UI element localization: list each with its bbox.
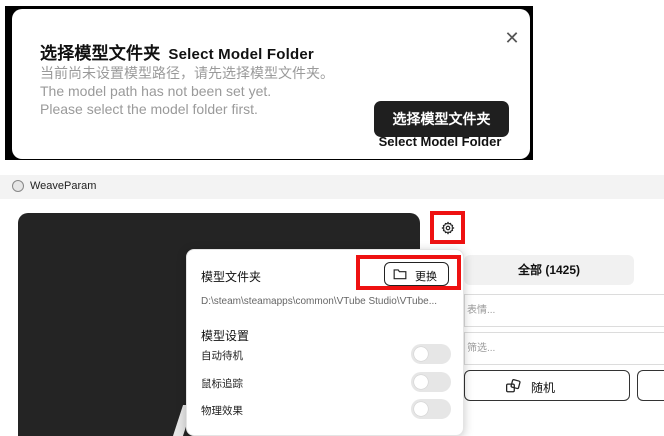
window-titlebar: WeaveParam [0, 175, 664, 199]
model-folder-label: 模型文件夹 [201, 270, 262, 284]
close-icon[interactable]: ✕ [504, 29, 520, 47]
dialog-desc-line: The model path has not been set yet. [40, 83, 272, 99]
settings-button[interactable] [430, 211, 465, 244]
model-path-text: D:\steam\steamapps\common\VTube Studio\V… [201, 296, 438, 307]
random-button-label: 随机 [531, 381, 556, 395]
change-folder-button[interactable]: 更换 [384, 262, 449, 286]
random-button[interactable]: 随机 [464, 370, 630, 401]
toggle-knob [414, 347, 428, 361]
mouse-tracking-label: 鼠标追踪 [201, 378, 243, 390]
filter-input[interactable]: 筛选... [464, 332, 664, 365]
toggle-knob [414, 375, 428, 389]
mouse-tracking-toggle[interactable] [411, 372, 451, 392]
gear-icon [441, 221, 455, 235]
toggle-knob [414, 402, 428, 416]
random-icon [506, 379, 521, 393]
app-icon [12, 180, 24, 192]
dialog-title-en: Select Model Folder [168, 46, 314, 63]
physics-toggle[interactable] [411, 399, 451, 419]
dialog-title: 选择模型文件夹 Select Model Folder [40, 39, 314, 64]
extra-button[interactable] [637, 370, 664, 401]
auto-idle-label: 自动待机 [201, 350, 243, 362]
tab-all[interactable]: 全部 (1425) [464, 255, 634, 285]
physics-label: 物理效果 [201, 405, 243, 417]
dialog-desc-line: 当前尚未设置模型路径，请先选择模型文件夹。 [40, 65, 334, 81]
dialog-description: 当前尚未设置模型路径，请先选择模型文件夹。 The model path has… [40, 64, 334, 118]
folder-icon [393, 269, 407, 280]
select-folder-button-caption: Select Model Folder [378, 134, 502, 149]
dialog-desc-line: Please select the model folder first. [40, 101, 258, 117]
change-button-label: 更换 [415, 271, 437, 283]
select-folder-button[interactable]: 选择模型文件夹 [374, 101, 509, 137]
model-settings-label: 模型设置 [201, 329, 250, 343]
dialog-title-zh: 选择模型文件夹 [40, 44, 161, 63]
auto-idle-toggle[interactable] [411, 344, 451, 364]
screenshot-root: 选择模型文件夹 Select Model Folder ✕ 当前尚未设置模型路径，… [0, 0, 664, 436]
window-title: WeaveParam [30, 180, 97, 192]
search-input[interactable]: 表情... [464, 294, 664, 327]
